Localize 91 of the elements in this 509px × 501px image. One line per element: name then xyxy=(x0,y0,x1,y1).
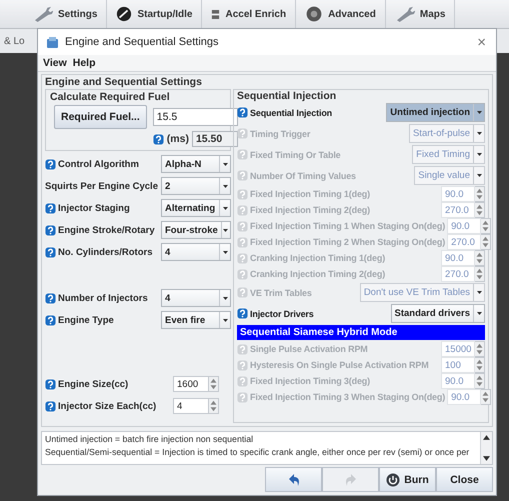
scroll-up-icon[interactable] xyxy=(483,435,490,440)
field-label: Squirts Per Engine Cycle xyxy=(45,180,159,192)
field-label: Fixed Injection Timing 1 When Staging On(deg) xyxy=(250,221,446,231)
dropdown[interactable]: Alpha-N xyxy=(161,155,231,173)
field-label: Cranking Injection Timing 1(deg) xyxy=(250,253,386,263)
field-label: Fixed Injection Timing 2 When Staging On(deg) xyxy=(250,237,446,247)
help-icon[interactable] xyxy=(237,308,248,319)
caret-icon xyxy=(476,111,482,114)
caret-icon xyxy=(222,206,228,210)
wrench-icon xyxy=(394,6,415,22)
field-label: Sequential Injection xyxy=(250,108,334,118)
menu-item[interactable]: Help xyxy=(72,57,96,69)
field-label: Number Of Timing Values xyxy=(250,170,357,180)
toolbar-label[interactable]: Startup/Idle xyxy=(137,8,192,20)
help-text: Sequential/Semi-sequential = Injection is timed to specific crank angle, either once per rev (semi) or once per xyxy=(45,447,470,457)
caret-icon xyxy=(222,296,228,300)
close-button[interactable]: Close xyxy=(436,467,493,492)
input-field[interactable]: 15.5 xyxy=(152,108,238,126)
caret-icon xyxy=(476,153,482,156)
field-label: Engine Type xyxy=(58,314,115,326)
field-label: Hysteresis On Single Pulse Activation RPM xyxy=(250,360,430,370)
dropdown[interactable]: 4 xyxy=(161,289,231,307)
dropdown[interactable]: Standard drivers xyxy=(390,304,485,323)
help-icon[interactable] xyxy=(45,314,56,326)
field-label: Injector Size Each(cc) xyxy=(58,400,158,412)
chip-icon xyxy=(211,8,220,20)
menu-item[interactable]: View xyxy=(43,57,67,69)
caret-icon xyxy=(222,318,228,322)
turbo-icon xyxy=(305,5,324,23)
field-label: Fixed Injection Timing 1(deg) xyxy=(250,189,371,199)
result-field: 15.50 xyxy=(192,131,238,147)
caret-icon xyxy=(476,174,482,177)
group-title: Calculate Required Fuel xyxy=(50,91,171,103)
field-label: Fixed Timing Or Table xyxy=(250,150,342,160)
dropdown[interactable]: 2 xyxy=(161,177,231,195)
field-label: Injector Drivers xyxy=(250,308,315,318)
window-title: Engine and Sequential Settings xyxy=(65,36,220,48)
dropdown[interactable]: Alternating xyxy=(161,199,231,217)
caret-icon xyxy=(222,184,228,188)
field-label: Cranking Injection Timing 2(deg) xyxy=(250,269,386,279)
field-label: Engine Size(cc) xyxy=(58,378,130,390)
field-label: No. Cylinders/Rotors xyxy=(58,246,154,258)
field-label: Control Algorithm xyxy=(58,158,140,170)
unit-label: (ms) xyxy=(166,133,189,145)
help-icon[interactable] xyxy=(45,246,56,258)
power-icon xyxy=(386,472,400,486)
field-label: Engine Stroke/Rotary xyxy=(58,224,156,236)
wrench-icon xyxy=(33,6,53,22)
field-label: Number of Injectors xyxy=(58,292,149,304)
app-icon xyxy=(46,36,59,48)
burn-button[interactable]: Burn xyxy=(379,467,436,492)
caret-icon xyxy=(476,291,482,294)
panel-title: Engine and Sequential Settings xyxy=(44,75,203,89)
field-label: Fixed Injection Timing 3 When Staging On(deg) xyxy=(250,392,446,402)
caret-icon xyxy=(476,132,482,135)
toolbar-label[interactable]: Accel Enrich xyxy=(225,8,286,20)
caret-icon xyxy=(223,228,228,232)
field-label: VE Trim Tables xyxy=(250,288,313,298)
required-fuel-button[interactable]: Required Fuel... xyxy=(54,105,147,129)
field-label: Fixed Injection Timing 3(deg) xyxy=(250,376,371,386)
undo-button[interactable] xyxy=(265,467,322,492)
dropdown[interactable]: 4 xyxy=(161,243,231,261)
toolbar-label[interactable]: Settings xyxy=(58,8,98,20)
group-title: Sequential Injection xyxy=(237,90,338,102)
close-button[interactable]: × xyxy=(475,34,488,50)
help-icon[interactable] xyxy=(237,107,248,118)
help-icon[interactable] xyxy=(45,224,56,236)
field-label: Single Pulse Activation RPM xyxy=(250,344,369,354)
help-text: Untimed injection = batch fire injection non sequential xyxy=(45,434,254,444)
field-label: Injector Staging xyxy=(58,202,131,214)
section-header: Sequential Siamese Hybrid Mode xyxy=(237,325,485,340)
field-label: Timing Trigger xyxy=(250,128,312,138)
tab-label[interactable]: & Lo xyxy=(4,36,25,46)
caret-icon xyxy=(222,250,228,254)
help-icon[interactable] xyxy=(45,292,56,304)
help-icon[interactable] xyxy=(45,158,56,170)
caret-icon xyxy=(476,312,482,315)
help-icon[interactable] xyxy=(45,378,56,390)
help-icon[interactable] xyxy=(45,400,56,412)
dropdown[interactable]: Four-stroke xyxy=(161,221,231,239)
field-label: Fixed Injection Timing 2(deg) xyxy=(250,205,371,215)
gauge-icon xyxy=(116,6,132,22)
help-icon[interactable] xyxy=(152,134,164,144)
toolbar-label[interactable]: Maps xyxy=(420,8,446,20)
scroll-down-icon[interactable] xyxy=(483,456,490,461)
toolbar-label[interactable]: Advanced xyxy=(328,8,376,20)
scrollbar[interactable] xyxy=(480,432,492,464)
help-icon[interactable] xyxy=(45,202,56,214)
caret-icon xyxy=(222,162,228,166)
dropdown[interactable]: Untimed injection xyxy=(386,103,485,122)
dropdown[interactable]: Even fire xyxy=(161,311,231,329)
